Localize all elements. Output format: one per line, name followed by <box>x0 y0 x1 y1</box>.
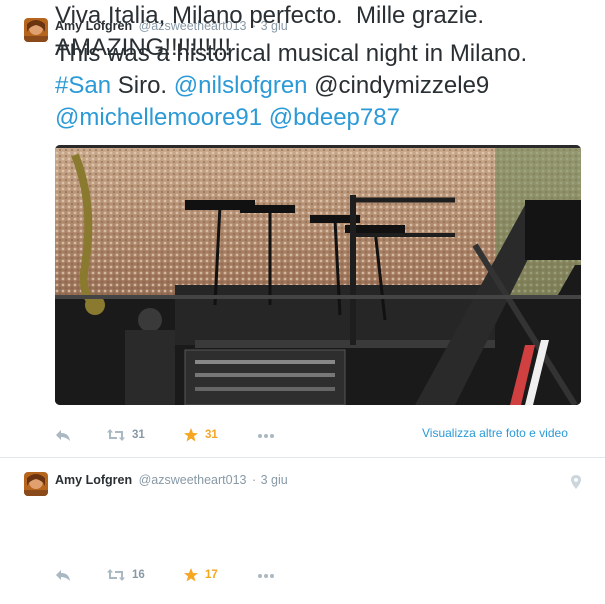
username[interactable]: @azsweetheart013 <box>139 473 247 487</box>
view-more-media-link[interactable]: Visualizza altre foto e video <box>422 426 568 440</box>
retweet-button[interactable]: 31 <box>106 425 145 445</box>
favorite-button[interactable]: 17 <box>183 565 218 585</box>
retweet-button[interactable]: 16 <box>106 565 145 585</box>
reply-button[interactable] <box>55 425 71 445</box>
more-icon <box>256 427 276 443</box>
retweet-count: 16 <box>132 569 145 581</box>
more-icon <box>256 567 276 583</box>
avatar[interactable] <box>24 472 48 496</box>
mention-link[interactable]: @bdeep787 <box>269 104 400 131</box>
tweet[interactable]: Amy Lofgren @azsweetheart013 · 3 giu <box>0 458 605 604</box>
retweet-icon <box>106 567 126 583</box>
tweet-text-fragment: @cindymizzele9 <box>307 72 490 99</box>
mention-link[interactable]: @nilslofgren <box>174 72 308 99</box>
tweet-text-fragment: Siro. <box>111 72 174 99</box>
location-pin-icon[interactable] <box>570 475 582 494</box>
avatar[interactable] <box>24 18 48 42</box>
reply-icon <box>55 567 71 583</box>
tweet-text-fragment <box>262 104 269 131</box>
retweet-icon <box>106 427 126 443</box>
tweet-text-line: Viva Italia, Milano perfecto. Mille graz… <box>55 2 485 29</box>
favorite-button[interactable]: 31 <box>183 425 218 445</box>
timestamp[interactable]: 3 giu <box>261 473 288 487</box>
tweet-text-line: AMAZING!!!!!!!!!! <box>55 34 232 61</box>
reply-icon <box>55 427 71 443</box>
more-button[interactable] <box>256 565 276 585</box>
reply-button[interactable] <box>55 565 71 585</box>
hashtag-link[interactable]: #San <box>55 72 111 99</box>
fullname[interactable]: Amy Lofgren <box>55 473 132 487</box>
star-icon <box>183 567 199 583</box>
tweet-header: Amy Lofgren @azsweetheart013 · 3 giu <box>55 473 288 487</box>
media-photo[interactable] <box>55 145 581 405</box>
tweet[interactable]: Amy Lofgren @azsweetheart013 · 3 giu Thi… <box>0 0 605 458</box>
retweet-count: 31 <box>132 429 145 441</box>
tweet-text: Viva Italia, Milano perfecto. Mille graz… <box>55 0 595 64</box>
favorite-count: 31 <box>205 429 218 441</box>
more-button[interactable] <box>256 425 276 445</box>
favorite-count: 17 <box>205 569 218 581</box>
star-icon <box>183 427 199 443</box>
separator: · <box>251 473 257 487</box>
mention-link[interactable]: @michellemoore91 <box>55 104 262 131</box>
